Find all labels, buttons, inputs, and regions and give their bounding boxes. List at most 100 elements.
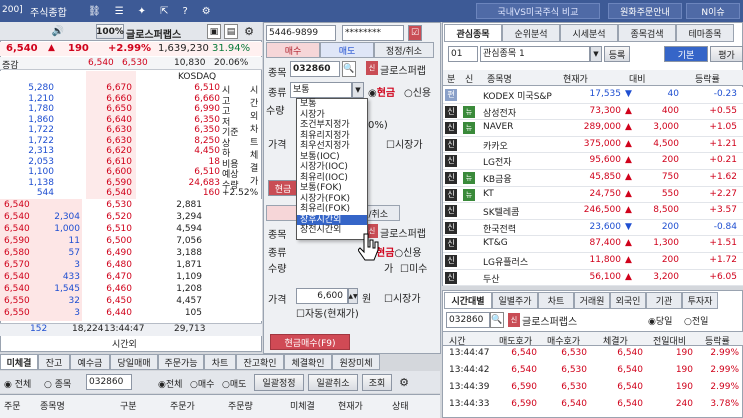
bottom-tab[interactable]: 주문가능 [158, 354, 204, 370]
order-type-option[interactable]: 시장가 [297, 110, 367, 121]
link-icon[interactable]: ⛓ [88, 6, 101, 17]
stepper-icon[interactable]: ▲▼ [348, 288, 358, 304]
group-no-input[interactable]: 01 [448, 46, 478, 62]
window-icon[interactable]: ▣ [207, 24, 221, 39]
order-type-option[interactable]: 최유리(FOK) [297, 204, 367, 215]
speaker-icon[interactable]: 🔊 [50, 24, 66, 39]
lower-market-check[interactable]: ☐시장가 [384, 290, 421, 305]
bottom-tab[interactable]: 잔고확인 [236, 354, 284, 370]
watch-row[interactable]: 신 뉴 삼성전자 73,300 ▲ 400 +0.55 [443, 103, 743, 121]
bottom-tab[interactable]: 당일매매 [110, 354, 158, 370]
pin-icon[interactable]: ✦ [138, 6, 146, 17]
radio-prev[interactable]: ○전일 [684, 314, 708, 327]
basic-button[interactable]: 기본 [664, 46, 708, 62]
watch-tab[interactable]: 시세분석 [560, 24, 618, 42]
side-tab[interactable]: 결 [250, 161, 258, 174]
radio-credit[interactable]: ○신용 [404, 84, 431, 99]
bottom-tab[interactable]: 차트 [204, 354, 236, 370]
cash-buy-submit-button[interactable]: 현금매수(F9) [270, 334, 350, 350]
doc-icon[interactable]: ▤ [224, 24, 238, 39]
order-type-option[interactable]: 보통(IOC) [297, 152, 367, 163]
help-icon[interactable]: ? [182, 6, 187, 17]
market-compare-link[interactable]: 국내VS미국주식 비교 [476, 3, 600, 19]
side-tab[interactable]: 외 [250, 109, 258, 122]
trade-tab[interactable]: 일별주가 [492, 292, 538, 309]
currency-order-button[interactable]: 원화주문안내 [608, 3, 682, 19]
market-price-check[interactable]: ☐시장가 [386, 136, 423, 151]
watch-row[interactable]: 신 뉴 KB금융 45,850 ▲ 750 +1.62 [443, 170, 743, 187]
side-tab[interactable]: 간 [250, 96, 258, 109]
order-type-option[interactable]: 조건부지정가 [297, 120, 367, 131]
watch-row[interactable]: 신 두산 56,100 ▲ 3,200 +6.05 [443, 269, 743, 287]
order-type-option[interactable]: 장후시간외 [297, 214, 367, 225]
bottom-code-input[interactable]: 032860 [86, 374, 132, 390]
screen-icons[interactable]: ⛓ ☰ ✦ ⇱? ⚙ [88, 3, 258, 19]
watch-tab[interactable]: 종목검색 [618, 24, 676, 42]
password-input[interactable]: ******** [342, 25, 404, 41]
bottom-tab[interactable]: 잔고 [38, 354, 70, 370]
watch-tab[interactable]: 테마종목 [676, 24, 734, 42]
radio-cash[interactable]: ◉현금 [368, 84, 395, 99]
watch-row[interactable]: 신 LG유플러스 11,800 ▲ 200 +1.72 [443, 253, 743, 270]
chevron-down-icon[interactable]: ▼ [352, 82, 364, 98]
news-issue-button[interactable]: N이슈 [686, 3, 740, 19]
trade-tab[interactable]: 투자자 [682, 292, 718, 309]
radio2-all[interactable]: ◉전체 [158, 377, 182, 390]
bottom-tab[interactable]: 예수금 [70, 354, 110, 370]
bottom-tab[interactable]: 원장미체 [332, 354, 380, 370]
trade-tab[interactable]: 차트 [538, 292, 574, 309]
watch-row[interactable]: 편 KODEX 미국S&P 17,535 ▼ 40 -0.23 [443, 87, 743, 104]
radio-stock[interactable]: ○ 종목 [44, 377, 71, 390]
watch-row[interactable]: 신 KT&G 87,400 ▲ 1,300 +1.51 [443, 236, 743, 253]
side-tab[interactable]: 트 [250, 135, 258, 148]
gear-icon[interactable]: ⚙ [241, 24, 257, 39]
watch-tab[interactable]: 순위분석 [502, 24, 560, 42]
query-button[interactable]: 조회 [362, 374, 392, 391]
bottom-tab[interactable]: 체결확인 [284, 354, 332, 370]
lower-price-input[interactable]: 6,600 [296, 288, 348, 304]
side-tab[interactable]: 체 [250, 148, 258, 161]
share-icon[interactable]: ⇱ [160, 6, 168, 17]
eval-button[interactable]: 평가 [710, 46, 743, 62]
watch-row[interactable]: 신 뉴 NAVER 289,000 ▲ 3,000 +1.05 [443, 120, 743, 137]
code-badge[interactable]: 100% [96, 24, 124, 39]
tool-icon[interactable]: ⚙ [202, 6, 211, 17]
trade-code-input[interactable]: 032860 [446, 312, 490, 328]
watch-row[interactable]: 신 SK텔레콤 246,500 ▲ 8,500 +3.57 [443, 203, 743, 220]
trade-tab[interactable]: 기관 [646, 292, 682, 309]
watch-tab[interactable]: 관심종목 [444, 24, 502, 42]
auto-price-check[interactable]: ☐자동(현재가) [296, 305, 359, 320]
cash-button[interactable]: 현금 [268, 180, 298, 196]
password-check-button[interactable]: ☑ [408, 25, 422, 41]
group-name-select[interactable]: 관심종목 1 [480, 46, 590, 62]
watch-row[interactable]: 신 뉴 KT 24,750 ▲ 550 +2.27 [443, 186, 743, 204]
search-icon[interactable]: 🔍 [342, 61, 356, 77]
radio2-sell[interactable]: ○매도 [222, 377, 246, 390]
radio2-buy[interactable]: ○매수 [190, 377, 214, 390]
side-tab[interactable]: 가 [250, 174, 258, 187]
search-icon[interactable]: 🔍 [490, 312, 504, 328]
order-type-option[interactable]: 시장가(IOC) [297, 162, 367, 173]
watch-row[interactable]: 신 LG전자 95,600 ▲ 200 +0.21 [443, 153, 743, 170]
menu-icon[interactable]: ☰ [115, 6, 124, 17]
side-tab[interactable]: 시 [250, 83, 258, 96]
order-tab[interactable]: 정정/취소 [374, 42, 434, 58]
order-type-option[interactable]: 보통(FOK) [297, 183, 367, 194]
order-type-option[interactable]: 보통 [297, 99, 367, 110]
order-type-option[interactable]: 최유리(IOC) [297, 173, 367, 184]
bottom-tab[interactable]: 미체결 [0, 354, 38, 370]
order-type-option[interactable]: 최우선지정가 [297, 141, 367, 152]
trade-tab[interactable]: 시간대별 [444, 292, 492, 309]
order-type-option[interactable]: 장전시간외 [297, 225, 367, 236]
chevron-down-icon[interactable]: ▼ [590, 46, 602, 62]
side-tab[interactable]: 차 [250, 122, 258, 135]
order-type-option[interactable]: 최유리지정가 [297, 131, 367, 142]
account-input[interactable]: 5446-9899 [266, 25, 336, 41]
order-type-select[interactable]: 보통 [290, 82, 352, 98]
lower-unpaid-check[interactable]: ☐미수 [400, 260, 427, 275]
lower-radio-cash[interactable]: 현금○신용 [376, 244, 422, 259]
gear-icon[interactable]: ⚙ [396, 374, 412, 391]
batch-cancel-button[interactable]: 일괄취소 [308, 374, 358, 391]
radio-today[interactable]: ◉당일 [648, 314, 672, 327]
register-button[interactable]: 등록 [604, 46, 630, 62]
